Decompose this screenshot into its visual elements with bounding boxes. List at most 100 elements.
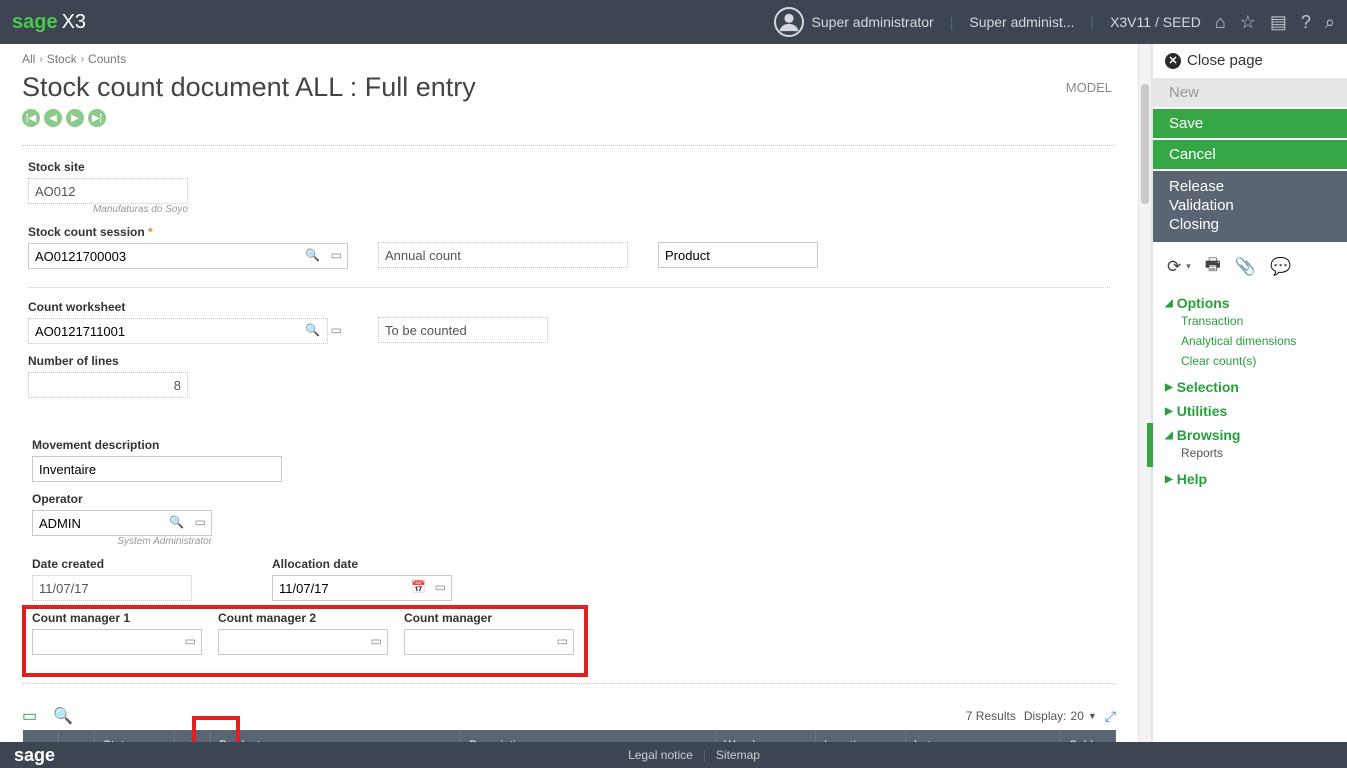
close-icon: ✕ bbox=[1165, 53, 1181, 69]
browsing-reports[interactable]: Reports bbox=[1165, 443, 1335, 463]
action-block: Release Validation Closing bbox=[1153, 171, 1347, 242]
help-icon[interactable]: ? bbox=[1301, 12, 1311, 33]
footer-legal[interactable]: Legal notice bbox=[628, 748, 693, 762]
results-count: 7 Results bbox=[966, 709, 1016, 723]
session-label: Stock count session * bbox=[28, 225, 348, 239]
comment-icon[interactable]: 💬 bbox=[1270, 257, 1291, 277]
nav-first-icon[interactable]: |◀ bbox=[22, 109, 40, 127]
panel-icon[interactable]: ▤ bbox=[1270, 12, 1287, 33]
form-block: Stock site Manufaturas do Soyo Stock cou… bbox=[22, 145, 1116, 684]
opt-analytical[interactable]: Analytical dimensions bbox=[1165, 331, 1335, 351]
col-status[interactable]: Status bbox=[95, 730, 175, 742]
cm1-input[interactable] bbox=[32, 629, 202, 655]
scrollbar[interactable] bbox=[1138, 44, 1152, 742]
validation-action[interactable]: Validation bbox=[1169, 196, 1331, 215]
closing-action[interactable]: Closing bbox=[1169, 215, 1331, 234]
chevron-down-icon[interactable]: ▼ bbox=[1088, 711, 1097, 721]
lookup-icon[interactable]: 🔍 bbox=[169, 515, 184, 529]
user-role[interactable]: Super administrator bbox=[812, 14, 934, 30]
card-icon[interactable]: ▭ bbox=[185, 634, 196, 648]
card-icon[interactable]: ▭ bbox=[195, 515, 206, 529]
col-rownum bbox=[23, 730, 59, 742]
card-view-icon[interactable]: ▭ bbox=[22, 706, 37, 726]
attach-icon[interactable]: 📎 bbox=[1235, 257, 1256, 277]
browsing-header[interactable]: ◢Browsing bbox=[1165, 427, 1335, 443]
worksheet-input[interactable] bbox=[28, 318, 328, 344]
table-search-icon[interactable]: 🔍 bbox=[53, 706, 73, 726]
refresh-icon[interactable]: ⟳ bbox=[1167, 257, 1181, 277]
help-header[interactable]: ▶Help bbox=[1165, 471, 1335, 487]
lookup-icon[interactable]: 🔍 bbox=[305, 323, 320, 337]
product-input[interactable] bbox=[658, 242, 818, 268]
star-icon[interactable]: ☆ bbox=[1240, 12, 1256, 33]
card-icon[interactable]: ▭ bbox=[371, 634, 382, 648]
col-subl[interactable]: Subl. bbox=[1061, 730, 1116, 742]
col-rowicon bbox=[59, 730, 95, 742]
breadcrumb-all[interactable]: All bbox=[22, 52, 35, 66]
stock-site-input[interactable] bbox=[28, 178, 188, 204]
options-section: ◢Options Transaction Analytical dimensio… bbox=[1153, 291, 1347, 375]
print-icon[interactable]: 🖶 bbox=[1205, 252, 1221, 281]
lookup-icon[interactable]: 🔍 bbox=[305, 248, 320, 262]
env-label[interactable]: X3V11 / SEED bbox=[1110, 14, 1201, 30]
topbar: sage X3 Super administrator | Super admi… bbox=[0, 0, 1347, 44]
selection-header[interactable]: ▶Selection bbox=[1165, 379, 1335, 395]
alloc-date-label: Allocation date bbox=[272, 557, 452, 571]
cancel-button[interactable]: Cancel bbox=[1153, 140, 1347, 169]
col-location[interactable]: Location bbox=[816, 730, 906, 742]
nav-next-icon[interactable]: ▶ bbox=[66, 109, 84, 127]
movement-label: Movement description bbox=[32, 438, 282, 452]
options-header[interactable]: ◢Options bbox=[1165, 295, 1335, 311]
topbar-user-block: Super administrator | Super administ... … bbox=[774, 7, 1201, 37]
table-toolbar: ▭ 🔍 7 Results Display: 20 ▼ ⤢ bbox=[22, 702, 1116, 730]
help-section: ▶Help bbox=[1153, 467, 1347, 491]
display-value[interactable]: 20 bbox=[1071, 709, 1084, 723]
save-button[interactable]: Save bbox=[1153, 109, 1347, 138]
card-icon[interactable]: ▭ bbox=[557, 634, 568, 648]
breadcrumb-counts[interactable]: Counts bbox=[88, 52, 126, 66]
right-panel: ✕ Close page New Save Cancel Release Val… bbox=[1152, 44, 1347, 742]
card-icon[interactable]: ▭ bbox=[331, 248, 342, 262]
col-warehouse[interactable]: Warehouse bbox=[716, 730, 816, 742]
operator-input[interactable] bbox=[32, 510, 212, 536]
opt-transaction[interactable]: Transaction bbox=[1165, 311, 1335, 331]
breadcrumb: All› Stock› Counts bbox=[22, 52, 1116, 66]
release-action[interactable]: Release bbox=[1169, 177, 1331, 196]
col-star[interactable]: * bbox=[175, 730, 211, 742]
new-button: New bbox=[1153, 78, 1347, 107]
col-product[interactable]: Product bbox=[211, 730, 461, 742]
breadcrumb-stock[interactable]: Stock bbox=[47, 52, 77, 66]
avatar-icon[interactable] bbox=[774, 7, 804, 37]
model-label: MODEL bbox=[1066, 80, 1112, 95]
card-icon[interactable]: ▭ bbox=[331, 323, 342, 337]
expand-icon[interactable]: ⤢ bbox=[1105, 708, 1116, 725]
cm2-input[interactable] bbox=[218, 629, 388, 655]
search-icon[interactable]: ⌕ bbox=[1325, 12, 1335, 33]
close-page-button[interactable]: ✕ Close page bbox=[1153, 44, 1347, 78]
selection-section: ▶Selection bbox=[1153, 375, 1347, 399]
cm3-label: Count manager bbox=[404, 611, 574, 625]
footer: sage Legal notice | Sitemap bbox=[0, 742, 1347, 768]
col-lot[interactable]: Lot bbox=[906, 730, 1061, 742]
utilities-section: ▶Utilities bbox=[1153, 399, 1347, 423]
col-description[interactable]: Description bbox=[461, 730, 716, 742]
nav-prev-icon[interactable]: ◀ bbox=[44, 109, 62, 127]
logo-x3: X3 bbox=[62, 11, 86, 34]
nav-last-icon[interactable]: ▶| bbox=[88, 109, 106, 127]
card-icon[interactable]: ▭ bbox=[435, 580, 446, 594]
user-short[interactable]: Super administ... bbox=[969, 14, 1074, 30]
movement-input[interactable] bbox=[32, 456, 282, 482]
cm3-input[interactable] bbox=[404, 629, 574, 655]
annual-count-input bbox=[378, 242, 628, 268]
main-content: All› Stock› Counts Stock count document … bbox=[0, 44, 1138, 742]
utilities-header[interactable]: ▶Utilities bbox=[1165, 403, 1335, 419]
footer-sitemap[interactable]: Sitemap bbox=[716, 748, 760, 762]
cm1-label: Count manager 1 bbox=[32, 611, 202, 625]
counts-table: Status * Product Description Warehouse L… bbox=[22, 730, 1116, 742]
stock-site-label: Stock site bbox=[28, 160, 188, 174]
home-icon[interactable]: ⌂ bbox=[1215, 12, 1226, 33]
calendar-icon[interactable]: 📅 bbox=[411, 580, 426, 594]
opt-clear[interactable]: Clear count(s) bbox=[1165, 351, 1335, 371]
session-input[interactable] bbox=[28, 243, 348, 269]
date-created-input bbox=[32, 575, 192, 601]
